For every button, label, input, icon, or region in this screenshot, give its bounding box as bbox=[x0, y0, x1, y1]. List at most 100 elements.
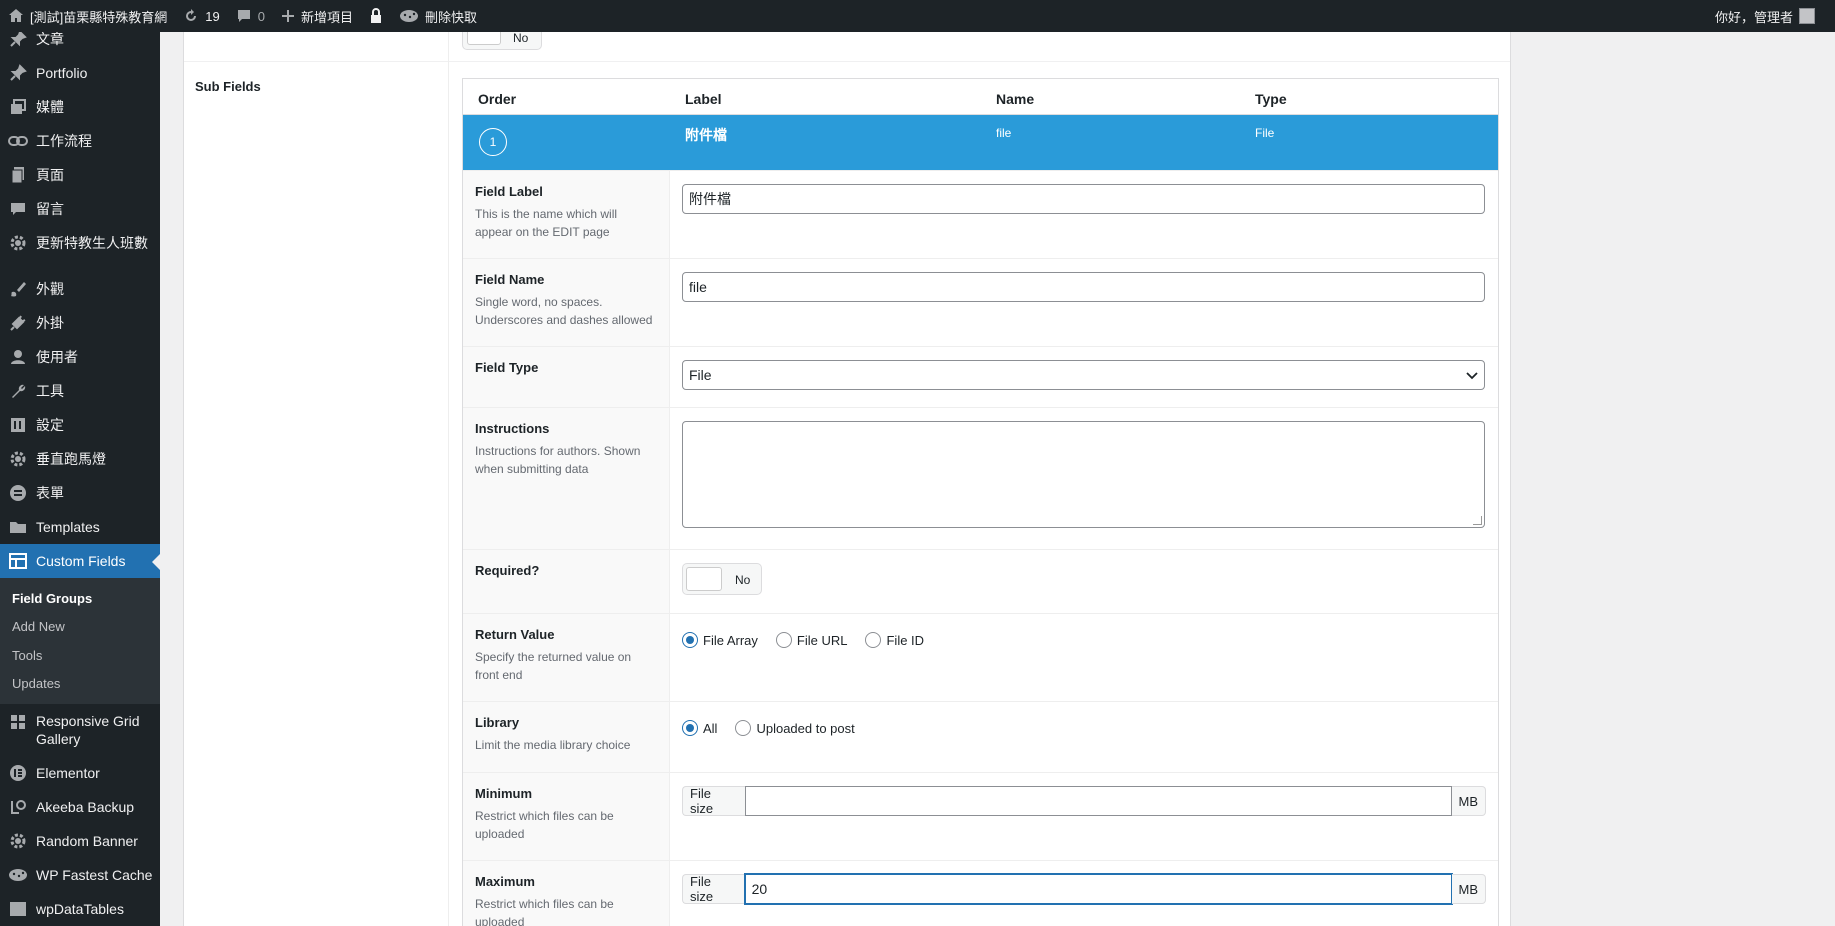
header-order: Order bbox=[478, 91, 517, 107]
radio-label: File ID bbox=[886, 632, 925, 648]
field-label-input[interactable]: 附件檔 bbox=[682, 184, 1485, 214]
gear-icon bbox=[8, 233, 28, 253]
field-name-input[interactable]: file bbox=[682, 272, 1485, 302]
updates-link[interactable]: 19 bbox=[175, 0, 227, 32]
field-name-row: Field Name Single word, no spaces. Under… bbox=[463, 258, 1498, 346]
menu-workflow[interactable]: 工作流程 bbox=[0, 124, 160, 158]
radio-label: File URL bbox=[796, 632, 848, 648]
submenu-tools[interactable]: Tools bbox=[0, 641, 160, 670]
subfield-name: file bbox=[996, 126, 1012, 140]
table-icon bbox=[8, 551, 28, 571]
menu-settings[interactable]: 設定 bbox=[0, 408, 160, 442]
submenu-updates[interactable]: Updates bbox=[0, 670, 160, 699]
menu-elementor[interactable]: Elementor bbox=[0, 756, 160, 790]
menu-wpdatatables[interactable]: wpDataTables bbox=[0, 892, 160, 926]
minimum-row: Minimum Restrict which files can be uplo… bbox=[463, 772, 1498, 860]
menu-label: 頁面 bbox=[36, 167, 64, 183]
menu-pages[interactable]: 頁面 bbox=[0, 158, 160, 192]
site-name-link[interactable]: [測試]苗栗縣特殊教育網 bbox=[0, 0, 175, 32]
menu-media[interactable]: 媒體 bbox=[0, 90, 160, 124]
radio-checked-icon bbox=[682, 632, 698, 648]
home-icon bbox=[8, 8, 24, 24]
radio-file-url[interactable]: File URL bbox=[775, 632, 848, 648]
brush-icon bbox=[8, 279, 28, 299]
menu-users[interactable]: 使用者 bbox=[0, 340, 160, 374]
radio-uploaded-to-post[interactable]: Uploaded to post bbox=[735, 720, 855, 736]
plus-icon bbox=[281, 9, 295, 23]
subfield-type: File bbox=[1255, 126, 1275, 140]
maximum-desc: Restrict which files can be uploaded bbox=[475, 897, 614, 926]
required-title: Required? bbox=[475, 563, 540, 578]
instructions-desc: Instructions for authors. Shown when sub… bbox=[475, 444, 641, 476]
radio-file-id[interactable]: File ID bbox=[865, 632, 924, 648]
menu-label: 媒體 bbox=[36, 99, 64, 115]
menu-templates[interactable]: Templates bbox=[0, 510, 160, 544]
new-content-link[interactable]: 新增項目 bbox=[273, 0, 361, 32]
return-value-title: Return Value bbox=[475, 627, 555, 642]
submenu-add-new[interactable]: Add New bbox=[0, 613, 160, 642]
comments-link[interactable]: 0 bbox=[228, 0, 273, 32]
minimum-prepend: File size bbox=[682, 786, 745, 816]
header-type: Type bbox=[1255, 91, 1287, 107]
menu-forms[interactable]: 表單 bbox=[0, 476, 160, 510]
menu-responsive-grid-gallery[interactable]: Responsive Grid Gallery bbox=[0, 704, 160, 756]
menu-tools[interactable]: 工具 bbox=[0, 374, 160, 408]
return-value-desc: Specify the returned value on front end bbox=[475, 650, 632, 682]
refresh-icon bbox=[183, 8, 199, 24]
menu-label: Responsive Grid Gallery bbox=[36, 713, 140, 747]
required-toggle[interactable]: No bbox=[682, 563, 762, 595]
user-icon bbox=[8, 347, 28, 367]
lock-link[interactable] bbox=[361, 0, 391, 32]
field-type-select[interactable]: File bbox=[682, 360, 1485, 390]
menu-posts[interactable]: 文章 bbox=[0, 32, 160, 56]
field-name-desc: Single word, no spaces. Underscores and … bbox=[475, 295, 653, 327]
backup-icon bbox=[8, 797, 28, 817]
admin-bar: [測試]苗栗縣特殊教育網 19 0 新增項目 刪除快取 你好，管理者 bbox=[0, 0, 1835, 32]
menu-label: Templates bbox=[36, 519, 100, 535]
menu-update-students[interactable]: 更新特教生人班數 bbox=[0, 226, 160, 260]
library-desc: Limit the media library choice bbox=[475, 738, 631, 752]
menu-label: 設定 bbox=[36, 417, 64, 433]
library-row: Library Limit the media library choice A… bbox=[463, 701, 1498, 772]
minimum-size-input[interactable] bbox=[744, 786, 1452, 816]
menu-portfolio[interactable]: Portfolio bbox=[0, 56, 160, 90]
menu-random-banner[interactable]: Random Banner bbox=[0, 824, 160, 858]
previous-toggle[interactable]: No bbox=[462, 32, 542, 50]
menu-plugins[interactable]: 外掛 bbox=[0, 306, 160, 340]
maximum-size-input[interactable]: 20 bbox=[744, 874, 1452, 904]
table-icon bbox=[8, 899, 28, 919]
menu-label: WP Fastest Cache bbox=[36, 867, 153, 883]
clear-cache-link[interactable]: 刪除快取 bbox=[391, 0, 485, 32]
instructions-textarea[interactable] bbox=[682, 421, 1485, 528]
menu-label: wpDataTables bbox=[36, 901, 124, 917]
menu-label: 外掛 bbox=[36, 315, 64, 331]
radio-unchecked-icon bbox=[735, 720, 752, 736]
menu-akeeba-backup[interactable]: Akeeba Backup bbox=[0, 790, 160, 824]
radio-unchecked-icon bbox=[775, 632, 792, 648]
menu-label: Custom Fields bbox=[36, 553, 126, 569]
menu-custom-fields[interactable]: Custom Fields bbox=[0, 544, 160, 578]
toggle-knob bbox=[686, 567, 722, 591]
instructions-row: Instructions Instructions for authors. S… bbox=[463, 407, 1498, 549]
subfields-table-header: Order Label Name Type bbox=[463, 79, 1498, 115]
radio-all[interactable]: All bbox=[682, 720, 717, 736]
subfield-label[interactable]: 附件檔 bbox=[685, 125, 727, 145]
field-label-row: Field Label This is the name which will … bbox=[463, 170, 1498, 258]
subfields-label: Sub Fields bbox=[195, 79, 261, 94]
radio-file-array[interactable]: File Array bbox=[682, 632, 758, 648]
field-type-title: Field Type bbox=[475, 360, 539, 375]
field-settings-panel: No Sub Fields Order Label Name Type 1 附件… bbox=[183, 32, 1511, 926]
subfield-row-header[interactable]: 1 附件檔 file File bbox=[463, 115, 1498, 170]
updates-count: 19 bbox=[205, 8, 220, 24]
menu-wp-fastest-cache[interactable]: WP Fastest Cache bbox=[0, 858, 160, 892]
menu-appearance[interactable]: 外觀 bbox=[0, 272, 160, 306]
lock-icon bbox=[369, 8, 383, 24]
order-badge[interactable]: 1 bbox=[479, 128, 507, 156]
link-icon bbox=[8, 131, 28, 151]
menu-comments[interactable]: 留言 bbox=[0, 192, 160, 226]
menu-vertical-marquee[interactable]: 垂直跑馬燈 bbox=[0, 442, 160, 476]
required-row: Required? No bbox=[463, 549, 1498, 613]
custom-fields-submenu: Field Groups Add New Tools Updates bbox=[0, 578, 160, 704]
submenu-field-groups[interactable]: Field Groups bbox=[0, 584, 160, 613]
account-menu[interactable]: 你好，管理者 bbox=[1715, 7, 1835, 26]
